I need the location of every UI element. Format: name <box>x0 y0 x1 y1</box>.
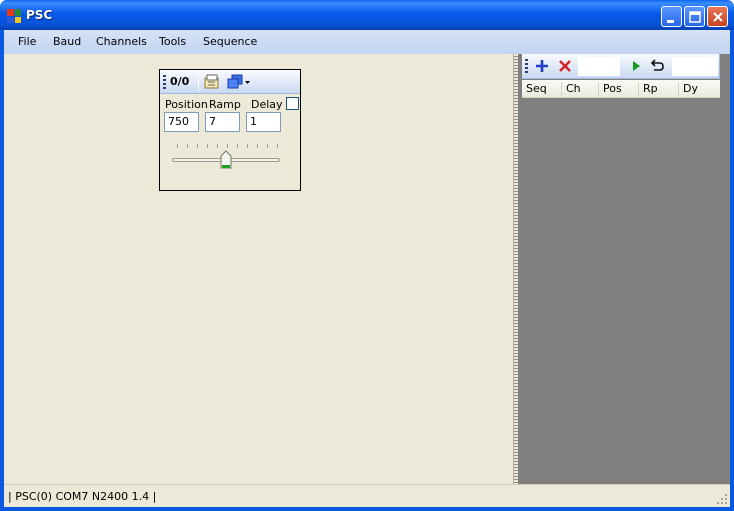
resize-grip-icon[interactable] <box>716 493 728 505</box>
maximize-button[interactable] <box>684 6 705 27</box>
minimize-icon <box>667 20 674 23</box>
title-bar[interactable]: PSC <box>0 0 734 30</box>
menu-tools[interactable]: Tools <box>159 35 186 48</box>
toolbar-separator <box>198 73 199 91</box>
slider-tick <box>267 144 268 148</box>
toolbar-grip[interactable] <box>525 59 528 73</box>
status-bar: | PSC(0) COM7 N2400 1.4 | <box>4 484 730 507</box>
position-label: Position <box>165 98 208 111</box>
column-dy[interactable]: Dy <box>679 82 720 96</box>
menu-sequence[interactable]: Sequence <box>203 35 257 48</box>
slider-tick <box>187 144 188 148</box>
slider-tick <box>247 144 248 148</box>
sequence-panel: Seq Ch Pos Rp Dy <box>518 54 730 484</box>
ramp-field[interactable]: 7 <box>205 112 240 132</box>
status-text: | PSC(0) COM7 N2400 1.4 | <box>8 490 157 503</box>
sequence-toolbar <box>522 54 720 79</box>
sequence-list-header: Seq Ch Pos Rp Dy <box>522 80 720 98</box>
minimize-button[interactable] <box>661 6 682 27</box>
slider-tick <box>197 144 198 148</box>
column-pos[interactable]: Pos <box>599 82 639 96</box>
slider-tick <box>237 144 238 148</box>
servo-toolbar: 0/0 <box>160 70 300 94</box>
play-icon[interactable] <box>628 58 644 74</box>
slider-tick <box>277 144 278 148</box>
menu-file[interactable]: File <box>18 35 36 48</box>
column-rp[interactable]: Rp <box>639 82 679 96</box>
channel-counter: 0/0 <box>170 75 190 88</box>
column-seq[interactable]: Seq <box>522 82 562 96</box>
add-icon[interactable] <box>534 58 550 74</box>
sequence-input-left[interactable] <box>578 57 620 76</box>
column-ch[interactable]: Ch <box>562 82 599 96</box>
servo-panel-area: 0/0 Position Ramp Delay 750 7 1 <box>4 54 513 484</box>
slider-tick <box>227 144 228 148</box>
slider-tick <box>207 144 208 148</box>
toolbar-grip[interactable] <box>163 75 166 89</box>
window-title: PSC <box>26 8 53 22</box>
ramp-label: Ramp <box>209 98 241 111</box>
client-area: File Baud Channels Tools Sequence 0/0 Po… <box>4 30 730 507</box>
properties-icon[interactable] <box>203 73 221 91</box>
position-slider-thumb[interactable] <box>220 150 232 170</box>
slider-tick <box>217 144 218 148</box>
maximize-icon <box>689 11 701 23</box>
slider-tick <box>257 144 258 148</box>
close-icon <box>713 12 723 22</box>
close-button[interactable] <box>707 6 728 27</box>
sequence-input-right[interactable] <box>672 57 718 76</box>
windows-dropdown-icon[interactable] <box>226 73 252 91</box>
delay-label: Delay <box>251 98 283 111</box>
delay-field[interactable]: 1 <box>246 112 281 132</box>
slider-tick <box>177 144 178 148</box>
loop-icon[interactable] <box>649 58 665 74</box>
menu-baud[interactable]: Baud <box>53 35 81 48</box>
menu-bar: File Baud Channels Tools Sequence <box>4 30 730 54</box>
servo-enable-checkbox[interactable] <box>286 97 299 110</box>
delete-icon[interactable] <box>557 58 573 74</box>
menu-channels[interactable]: Channels <box>96 35 147 48</box>
app-window: PSC File Baud Channels Tools Sequence 0/… <box>0 0 734 511</box>
servo-control: 0/0 Position Ramp Delay 750 7 1 <box>159 69 301 191</box>
position-field[interactable]: 750 <box>164 112 199 132</box>
app-icon <box>7 9 21 23</box>
